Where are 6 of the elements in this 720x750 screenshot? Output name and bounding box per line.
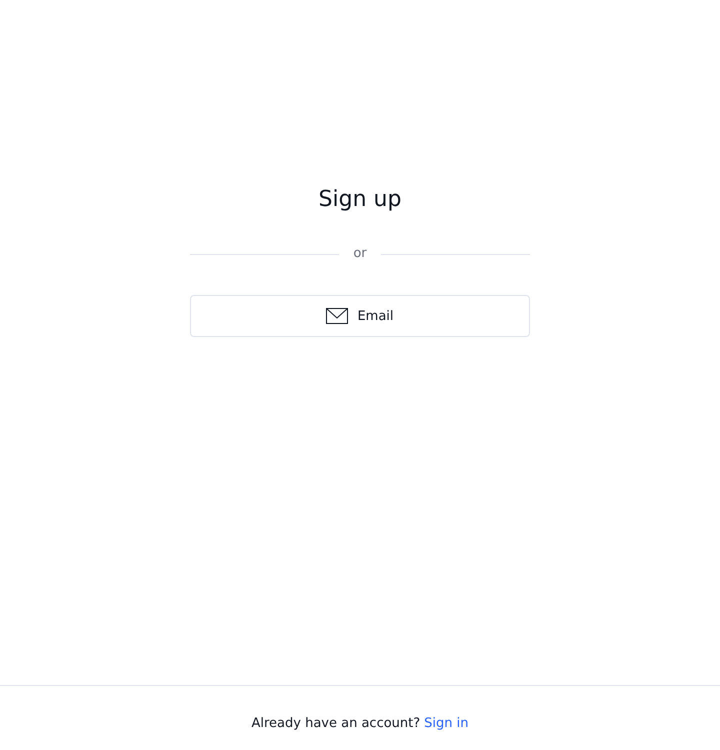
footer-prompt: Already have an account?: [251, 716, 420, 730]
envelope-icon: [326, 308, 348, 324]
email-button[interactable]: Email: [190, 295, 530, 337]
divider-label: or: [352, 245, 368, 263]
sign-in-link[interactable]: Sign in: [424, 716, 468, 730]
page-title: Sign up: [318, 186, 402, 214]
